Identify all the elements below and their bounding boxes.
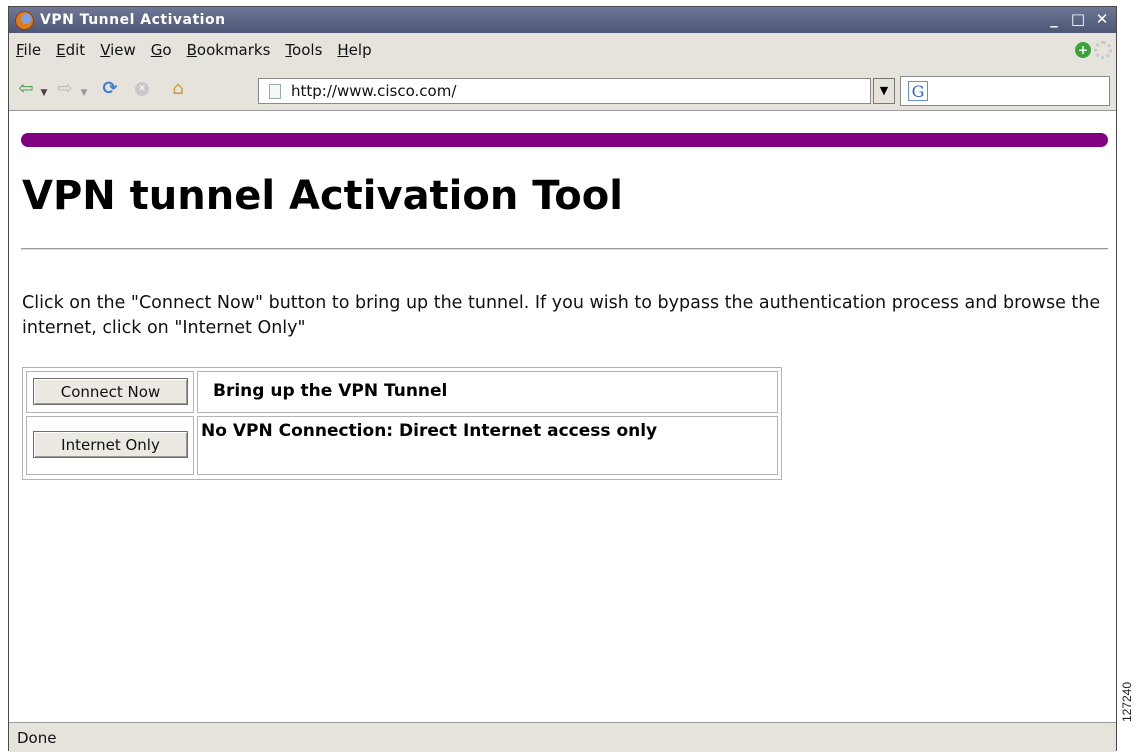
page-icon [269, 83, 281, 99]
back-arrow-icon[interactable]: ⇦ [15, 78, 37, 100]
instructions-text: Click on the "Connect Now" button to bri… [22, 293, 1101, 338]
forward-arrow-icon[interactable]: ⇨ [54, 78, 76, 100]
table-cell: Bring up the VPN Tunnel [197, 371, 778, 413]
page-title: VPN tunnel Activation Tool [22, 173, 623, 219]
status-bar: Done [9, 722, 1116, 752]
menu-edit[interactable]: Edit [54, 41, 87, 59]
maximize-icon[interactable]: □ [1070, 10, 1086, 28]
menu-bookmarks[interactable]: Bookmarks [185, 41, 273, 59]
url-history-dropdown-icon[interactable]: ▼ [873, 78, 895, 104]
menu-view[interactable]: View [98, 41, 138, 59]
browser-window: VPN Tunnel Activation _ □ ✕ File Edit Vi… [8, 6, 1117, 752]
status-text: Done [17, 729, 57, 747]
divider [21, 248, 1108, 250]
table-cell: No VPN Connection: Direct Internet acces… [197, 416, 778, 475]
throbber: + [1075, 41, 1112, 59]
page-content: VPN tunnel Activation Tool Click on the … [9, 110, 1116, 722]
forward-dropdown-icon[interactable]: ▼ [79, 82, 89, 104]
menu-go[interactable]: Go [149, 41, 174, 59]
window-controls: _ □ ✕ [1046, 10, 1110, 28]
close-icon[interactable]: ✕ [1094, 10, 1110, 28]
menu-file[interactable]: File [14, 41, 43, 59]
search-input[interactable]: G [900, 76, 1110, 106]
stop-icon[interactable]: ✕ [135, 82, 149, 96]
url-text[interactable]: http://www.cisco.com/ [291, 82, 456, 100]
connect-now-description: Bring up the VPN Tunnel [213, 381, 448, 401]
home-icon[interactable]: ⌂ [167, 78, 189, 100]
figure-id: 127240 [1120, 682, 1134, 723]
activity-spinner-icon [1094, 41, 1112, 59]
reload-icon[interactable]: ⟳ [99, 78, 121, 100]
table-cell: Connect Now [26, 371, 194, 413]
navigation-toolbar: ⇦ ▼ ⇨ ▼ ⟳ ✕ ⌂ http://www.cisco.com/ ▼ G [9, 68, 1116, 110]
options-table: Connect Now Bring up the VPN Tunnel Inte… [22, 367, 782, 480]
update-available-icon[interactable]: + [1075, 42, 1091, 58]
title-bar: VPN Tunnel Activation _ □ ✕ [9, 7, 1116, 33]
internet-only-button[interactable]: Internet Only [33, 431, 188, 458]
google-search-engine-icon[interactable]: G [908, 81, 928, 101]
window-title: VPN Tunnel Activation [40, 12, 226, 28]
table-cell: Internet Only [26, 416, 194, 475]
menu-tools[interactable]: Tools [283, 41, 324, 59]
address-bar[interactable]: http://www.cisco.com/ [258, 78, 871, 104]
menu-help[interactable]: Help [335, 41, 373, 59]
back-dropdown-icon[interactable]: ▼ [39, 82, 49, 104]
internet-only-description: No VPN Connection: Direct Internet acces… [201, 421, 658, 441]
menu-bar: File Edit View Go Bookmarks Tools Help + [9, 34, 1116, 66]
minimize-icon[interactable]: _ [1046, 10, 1062, 28]
connect-now-button[interactable]: Connect Now [33, 378, 188, 405]
header-accent-bar [21, 133, 1108, 147]
firefox-icon [15, 10, 34, 30]
